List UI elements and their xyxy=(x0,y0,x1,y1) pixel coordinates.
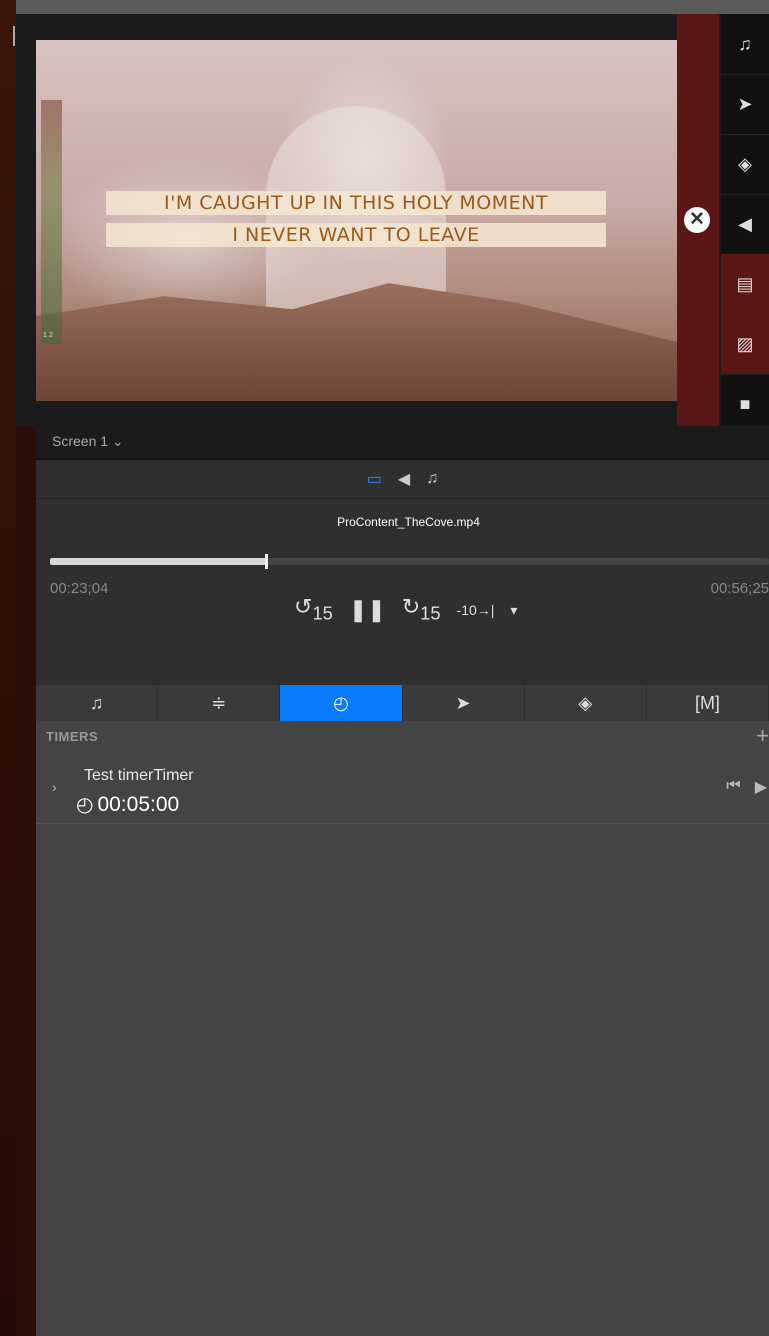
tab-stage[interactable]: ≑ xyxy=(158,685,281,721)
edge-marker xyxy=(13,26,15,46)
tab-props[interactable]: ◈ xyxy=(525,685,647,721)
screen-selector-bar: Screen 1 ⌄ xyxy=(36,426,769,458)
timer-controls: ⏮ ▶ xyxy=(726,777,767,797)
tab-timers[interactable]: ◴ xyxy=(280,685,403,721)
side-layers-icon[interactable]: ◈ xyxy=(721,134,769,195)
progress-bar[interactable] xyxy=(50,554,769,569)
meter-channel-label: 1 2 xyxy=(43,332,53,339)
audio-level-meter xyxy=(41,100,62,344)
video-preview[interactable]: I'M CAUGHT UP IN THIS HOLY MOMENT I NEVE… xyxy=(36,40,677,401)
media-filename: ProContent_TheCove.mp4 xyxy=(337,515,480,529)
pause-icon[interactable]: ❚❚ xyxy=(349,596,386,624)
side-announcement-icon[interactable]: ◀ xyxy=(721,194,769,255)
skip-forward-15-icon[interactable]: ↻15 xyxy=(402,593,441,627)
music-note-icon[interactable]: ♫ xyxy=(426,470,438,488)
output-mode-icons: ▭ ◀ ♫ xyxy=(36,460,769,499)
time-elapsed: 00:23;04 xyxy=(50,580,109,597)
tab-audio[interactable]: ♫ xyxy=(36,685,159,721)
transport-panel: ▭ ◀ ♫ ProContent_TheCove.mp4 00:23;04 00… xyxy=(36,460,769,685)
play-timer-icon[interactable]: ▶ xyxy=(755,777,767,797)
timer-row[interactable]: › Test timerTimer ◴ 00:05:00 ⏮ ▶ xyxy=(36,757,769,824)
timer-value: ◴ 00:05:00 xyxy=(76,792,179,817)
skip-back-15-icon[interactable]: ↺15 xyxy=(294,593,333,627)
progress-handle[interactable] xyxy=(264,554,268,569)
timers-header: TIMERS xyxy=(46,729,99,744)
announcement-icon[interactable]: ◀ xyxy=(398,469,410,489)
timer-clock-icon: ◴ xyxy=(76,794,94,816)
screen-icon[interactable]: ▭ xyxy=(367,469,382,489)
bottom-tab-bar: ♫ ≑ ◴ ➤ ◈ [M] xyxy=(36,685,769,721)
close-icon[interactable]: ✕ xyxy=(684,207,710,233)
time-total: 00:56;25 xyxy=(710,580,769,597)
screen-selector[interactable]: Screen 1 ⌄ xyxy=(52,433,124,450)
lyric-line-2: I NEVER WANT TO LEAVE xyxy=(106,223,606,247)
left-window-edge xyxy=(0,0,16,1336)
side-music-note-icon[interactable]: ♫ xyxy=(721,14,769,75)
side-send-icon[interactable]: ➤ xyxy=(721,74,769,135)
add-timer-button[interactable]: + xyxy=(756,723,769,749)
expand-chevron-icon[interactable]: › xyxy=(52,779,57,795)
marker-icon[interactable]: ▾ xyxy=(510,596,517,624)
lyric-line-1: I'M CAUGHT UP IN THIS HOLY MOMENT xyxy=(106,191,606,215)
reset-timer-icon[interactable]: ⏮ xyxy=(726,777,740,797)
timers-panel: TIMERS + › Test timerTimer ◴ 00:05:00 ⏮ ▶ xyxy=(36,721,769,1336)
side-toolbar: ♫ ➤ ◈ ◀ ▤ ▨ ■ xyxy=(721,14,769,435)
side-image-icon[interactable]: ▨ xyxy=(721,314,769,375)
top-bar xyxy=(16,0,769,14)
go-back-10-icon[interactable]: -10→| xyxy=(457,596,495,624)
side-slides-icon[interactable]: ▤ xyxy=(721,254,769,315)
tab-messages[interactable]: ➤ xyxy=(403,685,525,721)
timer-name: Test timerTimer xyxy=(84,767,194,784)
tab-macros[interactable]: [M] xyxy=(647,685,769,721)
progress-fill xyxy=(50,558,266,565)
playback-controls: ↺15 ❚❚ ↻15 -10→| ▾ xyxy=(294,593,517,627)
timer-time: 00:05:00 xyxy=(97,793,180,816)
